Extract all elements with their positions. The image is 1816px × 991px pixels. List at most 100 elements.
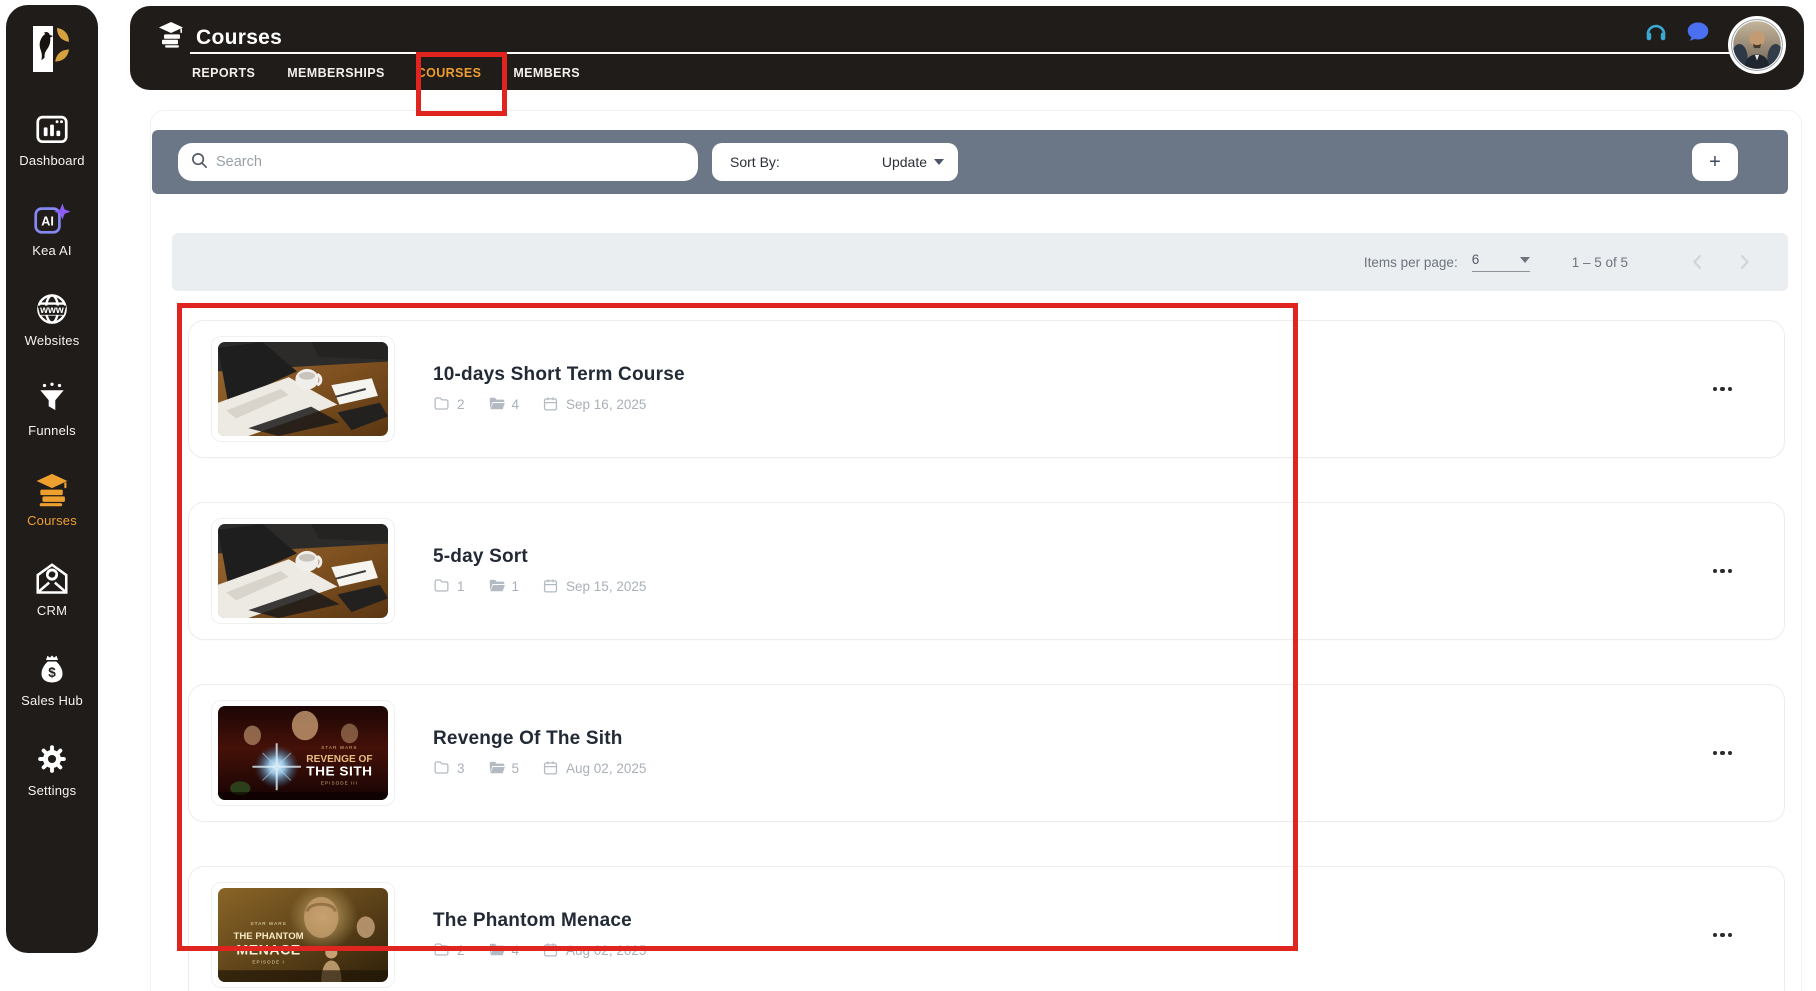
- toolbar: Sort By: Update +: [152, 130, 1788, 194]
- next-page-button[interactable]: [1734, 252, 1754, 272]
- course-date: Aug 02, 2025: [566, 761, 646, 776]
- course-date: Sep 15, 2025: [566, 579, 646, 594]
- folder-count: 1: [457, 579, 465, 594]
- header-divider: [190, 52, 1730, 54]
- svg-text:AI: AI: [41, 215, 54, 229]
- course-meta: 3 5 Aug 02, 2025: [433, 759, 662, 779]
- course-thumbnail[interactable]: [211, 336, 395, 442]
- sidebar-item-crm[interactable]: CRM: [6, 555, 98, 618]
- sidebar-item-label: Courses: [27, 513, 77, 528]
- calendar-icon: [542, 759, 559, 779]
- kea-logo[interactable]: [26, 23, 78, 75]
- sidebar-item-funnels[interactable]: Funnels: [6, 375, 98, 438]
- search-icon: [190, 151, 208, 174]
- search-input[interactable]: [216, 154, 686, 170]
- previous-page-button[interactable]: [1688, 252, 1708, 272]
- search-box: [178, 143, 698, 181]
- sidebar-item-label: Settings: [28, 783, 77, 798]
- svg-text:www: www: [39, 305, 64, 316]
- svg-text:STAR WARS: STAR WARS: [321, 745, 357, 750]
- sidebar-item-label: Dashboard: [19, 153, 84, 168]
- chevron-down-icon: [1520, 257, 1530, 263]
- course-card[interactable]: 5-day Sort 1 1 Sep 15, 2025: [188, 502, 1785, 640]
- open-folder-icon: [488, 941, 505, 961]
- open-folder-icon: [488, 395, 505, 415]
- chat-icon[interactable]: [1684, 18, 1712, 46]
- sidebar-item-label: Sales Hub: [21, 693, 83, 708]
- folder-count: 1: [512, 579, 520, 594]
- sort-by-value: Update: [882, 154, 927, 170]
- tab-memberships[interactable]: MEMBERSHIPS: [285, 60, 386, 86]
- svg-text:STAR WARS: STAR WARS: [250, 921, 286, 926]
- courses-header-icon: [156, 20, 186, 55]
- chevron-down-icon: [934, 159, 944, 165]
- course-title: Revenge Of The Sith: [433, 728, 662, 750]
- folder-count: 3: [457, 761, 465, 776]
- items-per-page-value: 6: [1472, 252, 1480, 267]
- support-headset-icon[interactable]: [1642, 18, 1670, 46]
- open-folder-icon: [488, 759, 505, 779]
- page-range-label: 1 – 5 of 5: [1572, 255, 1628, 270]
- svg-text:$: $: [48, 665, 56, 680]
- app-window: Dashboard AI Kea AI: [0, 0, 1816, 991]
- folder-icon: [433, 941, 450, 961]
- sidebar-item-kea-ai[interactable]: AI Kea AI: [6, 195, 98, 258]
- svg-text:THE SITH: THE SITH: [306, 764, 372, 779]
- calendar-icon: [542, 395, 559, 415]
- course-thumbnail[interactable]: STAR WARS THE PHANTOM MENACE EPISODE I: [211, 882, 395, 988]
- folder-icon: [433, 395, 450, 415]
- items-per-page-label: Items per page:: [1364, 255, 1458, 270]
- folder-count: 2: [457, 943, 465, 958]
- course-title: The Phantom Menace: [433, 910, 662, 932]
- folder-count: 2: [457, 397, 465, 412]
- more-options-button[interactable]: [1703, 377, 1743, 402]
- add-course-button[interactable]: +: [1692, 143, 1738, 181]
- sidebar-nav: Dashboard AI Kea AI: [6, 105, 98, 798]
- user-avatar[interactable]: [1728, 16, 1786, 74]
- course-meta: 2 4 Sep 16, 2025: [433, 395, 685, 415]
- folder-count: 5: [512, 761, 520, 776]
- svg-text:EPISODE III: EPISODE III: [321, 780, 358, 785]
- course-card[interactable]: STAR WARS THE PHANTOM MENACE EPISODE I T…: [188, 866, 1785, 991]
- folder-icon: [433, 577, 450, 597]
- sidebar-item-sales-hub[interactable]: $ Sales Hub: [6, 645, 98, 708]
- websites-icon: www: [33, 288, 71, 330]
- folder-count: 4: [512, 943, 520, 958]
- crm-icon: [33, 558, 71, 600]
- course-meta: 1 1 Sep 15, 2025: [433, 577, 662, 597]
- dashboard-icon: [33, 108, 71, 150]
- course-thumbnail[interactable]: STAR WARS REVENGE OF THE SITH EPISODE II…: [211, 700, 395, 806]
- sort-by-dropdown[interactable]: Sort By: Update: [712, 143, 958, 181]
- sidebar-item-settings[interactable]: Settings: [6, 735, 98, 798]
- course-thumbnail[interactable]: [211, 518, 395, 624]
- sidebar-item-label: Kea AI: [32, 243, 72, 258]
- open-folder-icon: [488, 577, 505, 597]
- kea-ai-icon: AI: [32, 198, 72, 240]
- tab-reports[interactable]: REPORTS: [190, 60, 257, 86]
- page-title: Courses: [196, 26, 282, 50]
- more-options-button[interactable]: [1703, 741, 1743, 766]
- course-card[interactable]: 10-days Short Term Course 2 4 Sep 16, 20…: [188, 320, 1785, 458]
- sidebar-item-courses[interactable]: Courses: [6, 465, 98, 528]
- sort-by-label: Sort By:: [730, 154, 780, 170]
- folder-icon: [433, 759, 450, 779]
- courses-icon: [32, 468, 72, 510]
- more-options-button[interactable]: [1703, 923, 1743, 948]
- folder-count: 4: [512, 397, 520, 412]
- svg-text:MENACE: MENACE: [236, 942, 300, 958]
- tab-members[interactable]: MEMBERS: [511, 60, 582, 86]
- page-header: Courses REPORTS MEMBERSHIPS COURSES MEMB…: [130, 6, 1804, 90]
- course-card[interactable]: STAR WARS REVENGE OF THE SITH EPISODE II…: [188, 684, 1785, 822]
- course-date: Sep 16, 2025: [566, 397, 646, 412]
- header-tabs: REPORTS MEMBERSHIPS COURSES MEMBERS: [190, 60, 582, 86]
- more-options-button[interactable]: [1703, 559, 1743, 584]
- sidebar-item-label: Funnels: [28, 423, 76, 438]
- settings-icon: [34, 738, 70, 780]
- sidebar-item-dashboard[interactable]: Dashboard: [6, 105, 98, 168]
- sidebar-item-label: CRM: [37, 603, 67, 618]
- svg-text:EPISODE I: EPISODE I: [252, 959, 284, 964]
- items-per-page-select[interactable]: 6: [1472, 252, 1530, 272]
- calendar-icon: [542, 577, 559, 597]
- tab-courses[interactable]: COURSES: [415, 60, 484, 86]
- sidebar-item-websites[interactable]: www Websites: [6, 285, 98, 348]
